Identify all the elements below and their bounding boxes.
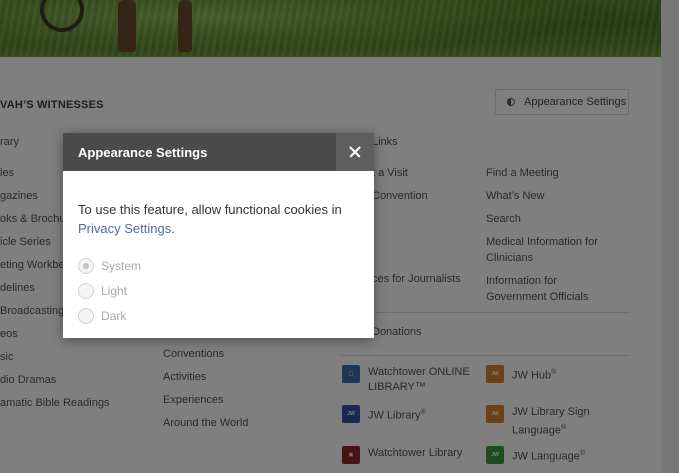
radio-option-light[interactable]: Light (63, 278, 374, 303)
radio-option-system[interactable]: System (63, 253, 374, 278)
privacy-settings-link[interactable]: Privacy Settings (78, 221, 171, 236)
close-icon[interactable] (336, 133, 374, 171)
dialog-header: Appearance Settings (63, 133, 374, 171)
dialog-title: Appearance Settings (78, 144, 208, 160)
message-text: To use this feature, allow functional co… (78, 202, 342, 217)
radio-label: Light (101, 283, 128, 298)
message-period: . (171, 221, 175, 236)
appearance-settings-dialog: Appearance Settings To use this feature,… (63, 133, 374, 338)
radio-label: Dark (101, 308, 127, 323)
dialog-message: To use this feature, allow functional co… (63, 171, 374, 238)
radio-button[interactable] (78, 282, 94, 299)
radio-button[interactable] (78, 307, 94, 324)
radio-label: System (101, 258, 142, 273)
radio-option-dark[interactable]: Dark (63, 303, 374, 328)
radio-button[interactable] (78, 257, 94, 274)
